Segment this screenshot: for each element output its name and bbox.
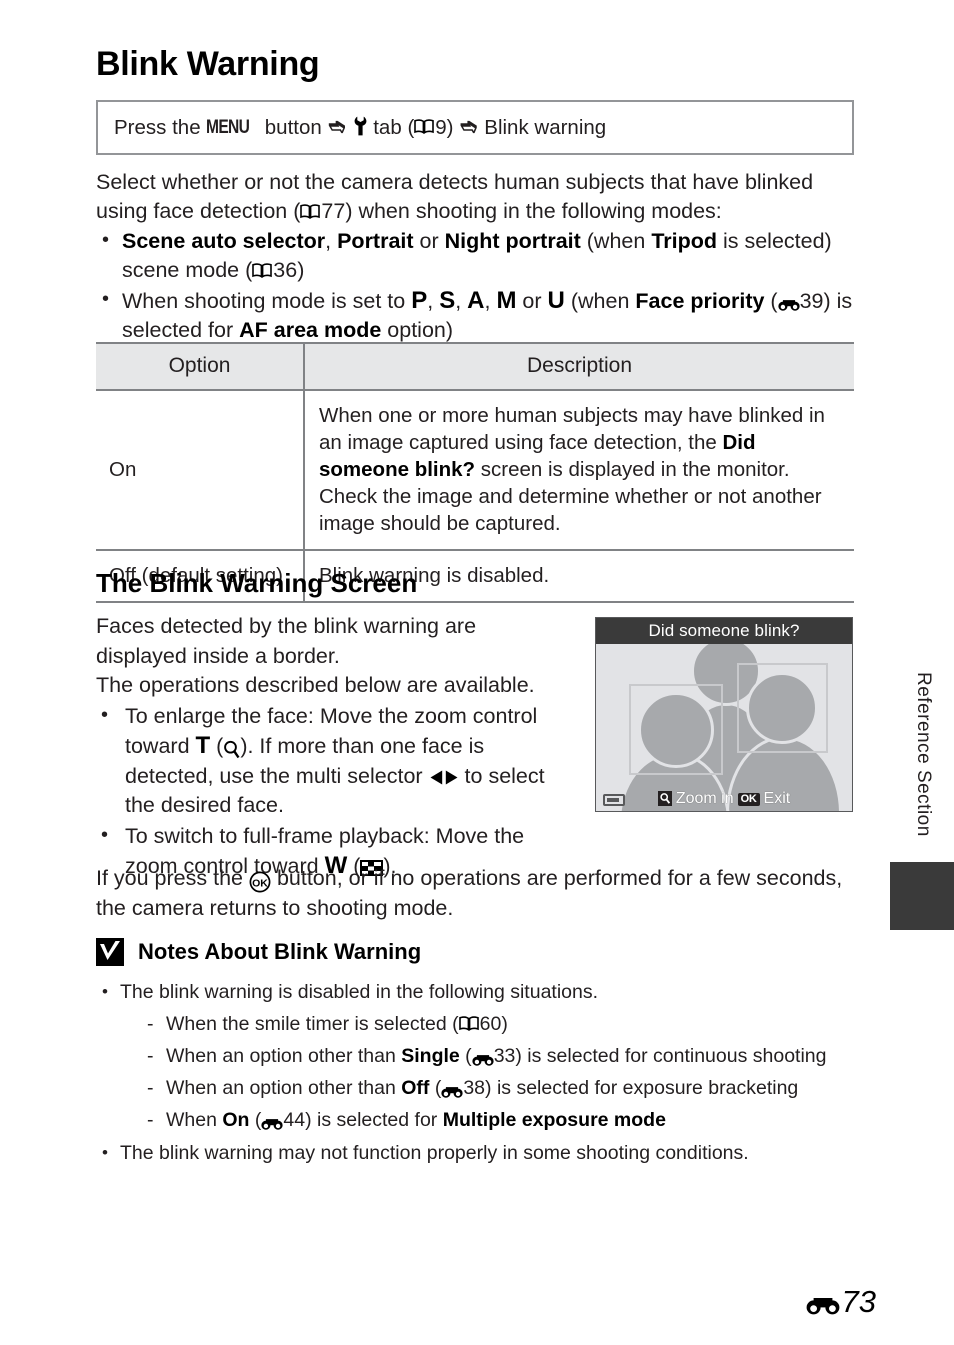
intro-line-2a: using face detection ( [96, 199, 301, 223]
cell-description-on: When one or more human subjects may have… [304, 390, 854, 551]
page-title: Blink Warning [96, 45, 320, 83]
arrow-right-icon-2: ➬ [460, 116, 478, 138]
notes-bullet1-label: The blink warning is disabled in the fol… [120, 981, 599, 1003]
op1-text-b: ( [210, 734, 224, 758]
list-item: When On (44) is selected for Multiple ex… [140, 1104, 866, 1136]
list-item: The blink warning is disabled in the fol… [96, 976, 866, 1136]
sidebar-section-label: Reference Section [913, 672, 934, 837]
screen-desc-para1-line2: displayed inside a border. [96, 643, 340, 668]
closing-text-b: button, or if no operations are performe… [270, 866, 843, 890]
list-item: The blink warning may not function prope… [96, 1137, 866, 1169]
notes-heading-row: Notes About Blink Warning [96, 938, 421, 966]
intro-bullet-list: Scene auto selector, Portrait or Night p… [96, 226, 858, 345]
menu-path-destination: Blink warning [484, 115, 607, 139]
menu-path-button-word: button [264, 115, 322, 139]
exit-label: Exit [763, 790, 791, 807]
ok-badge: OK [737, 792, 760, 806]
caution-check-icon [96, 938, 124, 966]
notes-body: The blink warning is disabled in the fol… [96, 975, 866, 1169]
list-item: When the smile timer is selected (60) [140, 1008, 866, 1040]
open-book-icon [458, 1016, 479, 1032]
open-book-icon [300, 204, 321, 219]
page-number: 73 [806, 1284, 876, 1320]
blink-screen-description: Faces detected by the blink warning are … [96, 612, 576, 882]
list-item: Scene auto selector, Portrait or Night p… [96, 226, 858, 285]
menu-path-press-label: Press the [114, 115, 201, 139]
monitor-control-hints: Zoom in OK Exit [596, 790, 852, 808]
closing-text-a: If you press the [96, 866, 249, 890]
intro-line-1: Select whether or not the camera detects… [96, 170, 814, 194]
menu-path-close-paren: ) [446, 115, 454, 139]
closing-text-c: the camera returns to shooting mode. [96, 895, 454, 920]
nikon-e-reference-icon [806, 1290, 840, 1315]
column-header-option: Option [96, 342, 305, 391]
open-book-icon [414, 119, 435, 134]
intro-block: Select whether or not the camera detects… [96, 168, 858, 345]
nikon-e-reference-icon [777, 294, 800, 312]
blink-screen-closing-paragraph: If you press the OK button, or if no ope… [96, 864, 858, 923]
cell-option-on: On [96, 390, 305, 551]
desc-on-line4: Check the image and determine whether or… [319, 485, 822, 508]
wrench-setup-tab-icon [353, 116, 368, 136]
zoom-tele-letter: T [195, 732, 211, 759]
menu-button-label: MENU [206, 116, 250, 138]
monitor-body: Zoom in OK Exit [596, 644, 852, 811]
document-page: Blink Warning Press the MENU button ➬ ta… [0, 0, 954, 1345]
zoom-in-label: Zoom in [675, 790, 734, 807]
menu-path-line: Press the MENU button ➬ tab ( 9 ) ➬ Blin… [98, 115, 606, 140]
table-row: On When one or more human subjects may h… [96, 390, 854, 551]
desc-on-line5: image should be captured. [319, 512, 561, 535]
column-header-description: Description [304, 342, 854, 391]
face-detection-box-left [629, 684, 723, 775]
multi-selector-left-right-icon [429, 768, 459, 785]
ok-button-icon: OK [249, 868, 271, 893]
menu-path-tab-word: tab [373, 115, 402, 139]
screen-desc-para1-line1: Faces detected by the blink warning are [96, 614, 477, 638]
notes-heading-label: Notes About Blink Warning [138, 939, 422, 964]
section-heading-blink-warning-screen: The Blink Warning Screen [96, 568, 418, 598]
desc-on-bold2: blink? [414, 458, 476, 481]
list-item: When an option other than Single (33) is… [140, 1040, 866, 1072]
intro-line-2b: ) when shooting in the following modes: [345, 199, 722, 223]
desc-on-line2a: image captured using face detection, the [347, 431, 723, 454]
list-item: When an option other than Off (38) is se… [140, 1072, 866, 1104]
arrow-right-icon: ➬ [328, 116, 346, 138]
notes-bullet2-label: The blink warning may not function prope… [120, 1142, 749, 1164]
nikon-e-reference-icon [261, 1113, 283, 1130]
battery-icon [603, 794, 625, 806]
intro-line-2: using face detection ( 77) when shooting … [96, 197, 858, 226]
nikon-e-reference-icon [472, 1049, 494, 1066]
sidebar-section-tab [890, 862, 954, 930]
monitor-header-title: Did someone blink? [596, 618, 852, 644]
notes-sub-list: When the smile timer is selected (60) Wh… [120, 1008, 866, 1136]
nikon-e-reference-icon [441, 1081, 463, 1098]
table-header-row: Option Description [96, 342, 854, 391]
magnifier-icon [657, 790, 672, 808]
menu-path-box: Press the MENU button ➬ tab ( 9 ) ➬ Blin… [96, 100, 854, 155]
notes-bullet-list: The blink warning is disabled in the fol… [96, 976, 866, 1169]
screen-desc-para2: The operations described below are avail… [96, 673, 535, 697]
screen-operations-list: To enlarge the face: Move the zoom contr… [96, 701, 576, 882]
intro-ref-page: 77 [321, 199, 346, 223]
camera-monitor-illustration: Did someone blink? Zoom in OK Exit [595, 617, 853, 812]
menu-path-ref-page: 9 [435, 115, 447, 139]
open-book-icon [252, 263, 273, 278]
list-item: To enlarge the face: Move the zoom contr… [96, 701, 576, 821]
desc-on-line3b: screen is displayed in the monitor. [475, 458, 790, 481]
option-table: Option Description On When one or more h… [96, 342, 854, 603]
svg-text:OK: OK [252, 878, 268, 890]
menu-path-open-paren: ( [407, 115, 415, 139]
magnifier-icon [223, 738, 240, 758]
list-item: When shooting mode is set to P, S, A, M … [96, 285, 858, 345]
face-detection-box-right [737, 663, 828, 753]
page-number-value: 73 [841, 1284, 876, 1319]
